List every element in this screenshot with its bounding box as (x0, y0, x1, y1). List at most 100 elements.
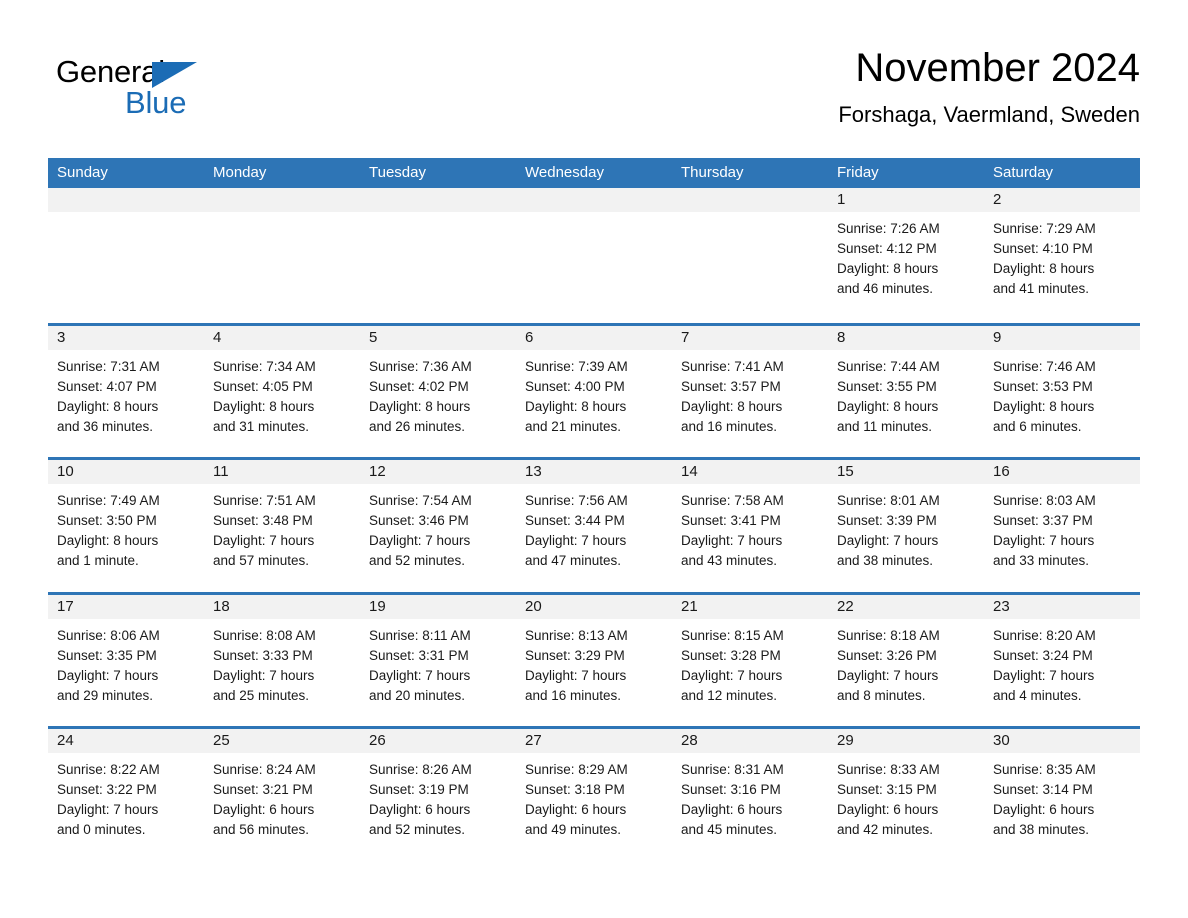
location-subtitle: Forshaga, Vaermland, Sweden (838, 102, 1140, 127)
day-details: Sunrise: 7:44 AM Sunset: 3:55 PM Dayligh… (828, 350, 984, 437)
daylight-line2: and 56 minutes. (213, 822, 310, 837)
day-number: 15 (828, 460, 984, 484)
sunrise-text: Sunrise: 7:36 AM (369, 358, 472, 374)
sunset-text: Sunset: 3:26 PM (837, 647, 937, 663)
weekday-header-sunday: Sunday (57, 164, 108, 181)
day-cell[interactable]: 28 Sunrise: 8:31 AM Sunset: 3:16 PM Dayl… (672, 729, 828, 861)
day-cell[interactable]: 9 Sunrise: 7:46 AM Sunset: 3:53 PM Dayli… (984, 325, 1140, 457)
day-cell[interactable]: 1 Sunrise: 7:26 AM Sunset: 4:12 PM Dayli… (828, 188, 984, 323)
day-number: 1 (828, 188, 984, 212)
day-cell[interactable]: 18 Sunrise: 8:08 AM Sunset: 3:33 PM Dayl… (204, 594, 360, 726)
day-details: Sunrise: 7:39 AM Sunset: 4:00 PM Dayligh… (516, 350, 672, 437)
day-cell[interactable]: 24 Sunrise: 8:22 AM Sunset: 3:22 PM Dayl… (48, 729, 204, 861)
day-cell[interactable]: 13 Sunrise: 7:56 AM Sunset: 3:44 PM Dayl… (516, 460, 672, 592)
day-details: Sunrise: 8:03 AM Sunset: 3:37 PM Dayligh… (984, 484, 1140, 571)
day-cell[interactable]: 27 Sunrise: 8:29 AM Sunset: 3:18 PM Dayl… (516, 729, 672, 861)
day-cell[interactable]: 12 Sunrise: 7:54 AM Sunset: 3:46 PM Dayl… (360, 460, 516, 592)
weekday-header-row: Sunday Monday Tuesday Wednesday Thursday… (48, 158, 1140, 188)
day-number (672, 188, 828, 212)
sunset-text: Sunset: 3:55 PM (837, 378, 937, 394)
sunset-text: Sunset: 3:29 PM (525, 647, 625, 663)
day-details: Sunrise: 8:22 AM Sunset: 3:22 PM Dayligh… (48, 753, 204, 840)
daylight-line2: and 26 minutes. (369, 418, 466, 434)
sunrise-text: Sunrise: 7:34 AM (213, 358, 316, 374)
daylight-line2: and 45 minutes. (681, 822, 778, 837)
daylight-line1: Daylight: 8 hours (369, 398, 471, 414)
day-cell[interactable]: 2 Sunrise: 7:29 AM Sunset: 4:10 PM Dayli… (984, 188, 1140, 323)
day-cell[interactable]: 25 Sunrise: 8:24 AM Sunset: 3:21 PM Dayl… (204, 729, 360, 861)
day-cell[interactable]: 19 Sunrise: 8:11 AM Sunset: 3:31 PM Dayl… (360, 594, 516, 726)
day-details: Sunrise: 7:31 AM Sunset: 4:07 PM Dayligh… (48, 350, 204, 437)
daylight-line1: Daylight: 7 hours (369, 533, 471, 548)
day-cell[interactable]: 29 Sunrise: 8:33 AM Sunset: 3:15 PM Dayl… (828, 729, 984, 861)
day-cell[interactable] (672, 188, 828, 323)
day-cell[interactable]: 6 Sunrise: 7:39 AM Sunset: 4:00 PM Dayli… (516, 325, 672, 457)
day-cell[interactable]: 4 Sunrise: 7:34 AM Sunset: 4:05 PM Dayli… (204, 325, 360, 457)
title-block: November 2024 Forshaga, Vaermland, Swede… (440, 44, 1140, 130)
sunset-text: Sunset: 3:19 PM (369, 782, 469, 797)
day-number: 30 (984, 729, 1140, 753)
weekday-header-saturday: Saturday (993, 164, 1054, 181)
sunset-text: Sunset: 3:35 PM (57, 647, 157, 663)
sunset-text: Sunset: 3:22 PM (57, 782, 157, 797)
daylight-line2: and 0 minutes. (57, 822, 146, 837)
sunrise-text: Sunrise: 8:24 AM (213, 762, 316, 777)
sunrise-text: Sunrise: 7:56 AM (525, 493, 628, 508)
daylight-line2: and 16 minutes. (681, 418, 778, 434)
day-number: 17 (48, 594, 204, 619)
daylight-line2: and 25 minutes. (213, 687, 310, 703)
daylight-line2: and 43 minutes. (681, 553, 778, 568)
day-cell[interactable]: 16 Sunrise: 8:03 AM Sunset: 3:37 PM Dayl… (984, 460, 1140, 592)
daylight-line2: and 1 minute. (57, 553, 139, 568)
sunset-text: Sunset: 3:33 PM (213, 647, 313, 663)
sunrise-text: Sunrise: 7:39 AM (525, 358, 628, 374)
day-cell[interactable]: 30 Sunrise: 8:35 AM Sunset: 3:14 PM Dayl… (984, 729, 1140, 861)
day-number: 18 (204, 594, 360, 619)
daylight-line1: Daylight: 7 hours (213, 533, 315, 548)
calendar-week-row: 10 Sunrise: 7:49 AM Sunset: 3:50 PM Dayl… (48, 457, 1140, 592)
day-number: 21 (672, 594, 828, 619)
daylight-line1: Daylight: 7 hours (213, 667, 315, 683)
daylight-line2: and 33 minutes. (993, 553, 1090, 568)
day-cell[interactable]: 15 Sunrise: 8:01 AM Sunset: 3:39 PM Dayl… (828, 460, 984, 592)
daylight-line1: Daylight: 6 hours (681, 802, 783, 817)
sunrise-text: Sunrise: 7:46 AM (993, 358, 1096, 374)
day-cell[interactable] (516, 188, 672, 323)
day-cell[interactable]: 21 Sunrise: 8:15 AM Sunset: 3:28 PM Dayl… (672, 594, 828, 726)
day-cell[interactable]: 7 Sunrise: 7:41 AM Sunset: 3:57 PM Dayli… (672, 325, 828, 457)
day-cell[interactable]: 22 Sunrise: 8:18 AM Sunset: 3:26 PM Dayl… (828, 594, 984, 726)
day-cell[interactable]: 20 Sunrise: 8:13 AM Sunset: 3:29 PM Dayl… (516, 594, 672, 726)
sunset-text: Sunset: 3:21 PM (213, 782, 313, 797)
day-cell[interactable]: 3 Sunrise: 7:31 AM Sunset: 4:07 PM Dayli… (48, 325, 204, 457)
daylight-line1: Daylight: 8 hours (681, 398, 783, 414)
day-details: Sunrise: 7:54 AM Sunset: 3:46 PM Dayligh… (360, 484, 516, 571)
day-number: 4 (204, 325, 360, 350)
day-details: Sunrise: 7:29 AM Sunset: 4:10 PM Dayligh… (984, 212, 1140, 299)
sunset-text: Sunset: 3:28 PM (681, 647, 781, 663)
sunrise-text: Sunrise: 8:15 AM (681, 627, 784, 643)
day-cell[interactable]: 14 Sunrise: 7:58 AM Sunset: 3:41 PM Dayl… (672, 460, 828, 592)
daylight-line1: Daylight: 8 hours (993, 398, 1095, 414)
day-cell[interactable]: 11 Sunrise: 7:51 AM Sunset: 3:48 PM Dayl… (204, 460, 360, 592)
day-number (204, 188, 360, 212)
daylight-line1: Daylight: 6 hours (213, 802, 315, 817)
day-cell[interactable]: 10 Sunrise: 7:49 AM Sunset: 3:50 PM Dayl… (48, 460, 204, 592)
day-cell[interactable] (204, 188, 360, 323)
day-details: Sunrise: 7:34 AM Sunset: 4:05 PM Dayligh… (204, 350, 360, 437)
daylight-line2: and 8 minutes. (837, 687, 926, 703)
sunset-text: Sunset: 3:41 PM (681, 513, 781, 528)
daylight-line2: and 4 minutes. (993, 687, 1082, 703)
day-cell[interactable]: 23 Sunrise: 8:20 AM Sunset: 3:24 PM Dayl… (984, 594, 1140, 726)
sunrise-text: Sunrise: 7:49 AM (57, 493, 160, 508)
day-cell[interactable]: 5 Sunrise: 7:36 AM Sunset: 4:02 PM Dayli… (360, 325, 516, 457)
sunrise-text: Sunrise: 7:51 AM (213, 493, 316, 508)
general-blue-logo[interactable]: General Blue (56, 54, 216, 130)
day-cell[interactable]: 17 Sunrise: 8:06 AM Sunset: 3:35 PM Dayl… (48, 594, 204, 726)
sunset-text: Sunset: 4:07 PM (57, 378, 157, 394)
day-cell[interactable] (48, 188, 204, 323)
day-cell[interactable] (360, 188, 516, 323)
day-cell[interactable]: 26 Sunrise: 8:26 AM Sunset: 3:19 PM Dayl… (360, 729, 516, 861)
day-details: Sunrise: 8:24 AM Sunset: 3:21 PM Dayligh… (204, 753, 360, 840)
day-cell[interactable]: 8 Sunrise: 7:44 AM Sunset: 3:55 PM Dayli… (828, 325, 984, 457)
sunrise-text: Sunrise: 8:11 AM (369, 627, 471, 643)
